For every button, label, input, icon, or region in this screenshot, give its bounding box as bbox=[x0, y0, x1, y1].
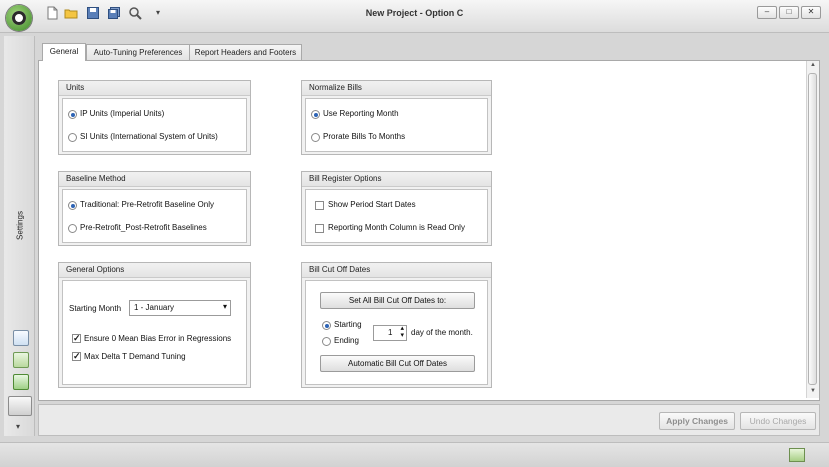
chevron-down-icon[interactable]: ▾ bbox=[223, 302, 227, 311]
show-period-start-dates-label[interactable]: Show Period Start Dates bbox=[328, 200, 416, 209]
max-delta-t-checkbox[interactable]: ✓ bbox=[72, 352, 81, 361]
use-reporting-month-label[interactable]: Use Reporting Month bbox=[323, 109, 399, 118]
general-options-group: General Options Starting Month 1 - Janua… bbox=[58, 262, 251, 388]
ending-radio[interactable] bbox=[322, 337, 331, 346]
status-bar bbox=[0, 442, 829, 467]
normalize-bills-group-title: Normalize Bills bbox=[302, 81, 491, 96]
si-units-radio[interactable] bbox=[68, 133, 77, 142]
chevron-down-icon[interactable]: ▾ bbox=[16, 422, 20, 431]
bill-register-options-group-title: Bill Register Options bbox=[302, 172, 491, 187]
scroll-down-icon[interactable]: ▼ bbox=[810, 388, 816, 394]
ending-label[interactable]: Ending bbox=[334, 336, 359, 345]
tab-report-headers-and-footers[interactable]: Report Headers and Footers bbox=[189, 44, 302, 60]
tab-auto-tuning-preferences[interactable]: Auto-Tuning Preferences bbox=[86, 44, 190, 60]
prorate-bills-label[interactable]: Prorate Bills To Months bbox=[323, 132, 405, 141]
bottom-action-bar: Apply Changes Undo Changes bbox=[38, 404, 820, 436]
bill-cut-off-dates-group: Bill Cut Off Dates Set All Bill Cut Off … bbox=[301, 262, 492, 388]
status-layout-icon[interactable] bbox=[789, 448, 805, 462]
apply-changes-button[interactable]: Apply Changes bbox=[659, 412, 735, 430]
stepper-down-icon[interactable]: ▾ bbox=[400, 331, 404, 339]
starting-month-value: 1 - January bbox=[134, 303, 175, 312]
ensure-zero-mean-bias-checkbox[interactable]: ✓ bbox=[72, 334, 81, 343]
bill-register-options-group: Bill Register Options Show Period Start … bbox=[301, 171, 492, 246]
starting-label[interactable]: Starting bbox=[334, 320, 362, 329]
si-units-label[interactable]: SI Units (International System of Units) bbox=[80, 132, 218, 141]
vertical-scrollbar[interactable]: ▲ ▼ bbox=[806, 61, 819, 398]
edit-icon[interactable] bbox=[13, 330, 29, 346]
title-bar: ▾ New Project - Option C – □ ✕ bbox=[0, 0, 829, 33]
day-stepper[interactable]: 1 ▴ ▾ bbox=[373, 325, 407, 341]
scroll-up-icon[interactable]: ▲ bbox=[810, 62, 816, 68]
baseline-method-group: Baseline Method Traditional: Pre-Retrofi… bbox=[58, 171, 251, 246]
pre-post-retrofit-radio[interactable] bbox=[68, 224, 77, 233]
left-rail: Settings ▾ bbox=[4, 36, 35, 436]
window-title: New Project - Option C bbox=[365, 8, 464, 18]
max-delta-t-label[interactable]: Max Delta T Demand Tuning bbox=[84, 352, 186, 361]
normalize-bills-group: Normalize Bills Use Reporting Month Pror… bbox=[301, 80, 492, 155]
day-of-month-label: day of the month. bbox=[411, 328, 473, 337]
bill-cut-off-dates-group-title: Bill Cut Off Dates bbox=[302, 263, 491, 278]
baseline-method-group-title: Baseline Method bbox=[59, 172, 250, 187]
settings-panel-icon[interactable] bbox=[8, 396, 32, 416]
reporting-month-read-only-checkbox[interactable] bbox=[315, 224, 324, 233]
reporting-month-read-only-label[interactable]: Reporting Month Column is Read Only bbox=[328, 223, 465, 232]
close-button[interactable]: ✕ bbox=[801, 6, 821, 19]
maximize-button[interactable]: □ bbox=[779, 6, 799, 19]
undo-changes-button[interactable]: Undo Changes bbox=[740, 412, 816, 430]
upload-icon[interactable] bbox=[13, 374, 29, 390]
units-group: Units IP Units (Imperial Units) SI Units… bbox=[58, 80, 251, 155]
tab-content-general: Units IP Units (Imperial Units) SI Units… bbox=[38, 60, 820, 401]
prorate-bills-radio[interactable] bbox=[311, 133, 320, 142]
automatic-bill-cut-off-dates-button[interactable]: Automatic Bill Cut Off Dates bbox=[320, 355, 475, 372]
use-reporting-month-radio[interactable] bbox=[311, 110, 320, 119]
units-group-title: Units bbox=[59, 81, 250, 96]
scrollbar-thumb[interactable] bbox=[808, 73, 817, 385]
ip-units-radio[interactable] bbox=[68, 110, 77, 119]
starting-radio[interactable] bbox=[322, 321, 331, 330]
pre-post-retrofit-label[interactable]: Pre-Retrofit_Post-Retrofit Baselines bbox=[80, 223, 207, 232]
day-value[interactable]: 1 bbox=[388, 328, 392, 337]
general-options-group-title: General Options bbox=[59, 263, 250, 278]
set-all-bill-cut-off-dates-button[interactable]: Set All Bill Cut Off Dates to: bbox=[320, 292, 475, 309]
starting-month-label: Starting Month bbox=[69, 304, 122, 313]
ip-units-label[interactable]: IP Units (Imperial Units) bbox=[80, 109, 164, 118]
show-period-start-dates-checkbox[interactable] bbox=[315, 201, 324, 210]
tab-general[interactable]: General bbox=[42, 43, 86, 61]
grid-icon[interactable] bbox=[13, 352, 29, 368]
minimize-button[interactable]: – bbox=[757, 6, 777, 19]
traditional-baseline-radio[interactable] bbox=[68, 201, 77, 210]
traditional-baseline-label[interactable]: Traditional: Pre-Retrofit Baseline Only bbox=[80, 200, 214, 209]
ensure-zero-mean-bias-label[interactable]: Ensure 0 Mean Bias Error in Regressions bbox=[84, 334, 231, 343]
starting-month-select[interactable]: 1 - January ▾ bbox=[129, 300, 231, 316]
settings-rail-label[interactable]: Settings bbox=[16, 196, 25, 256]
